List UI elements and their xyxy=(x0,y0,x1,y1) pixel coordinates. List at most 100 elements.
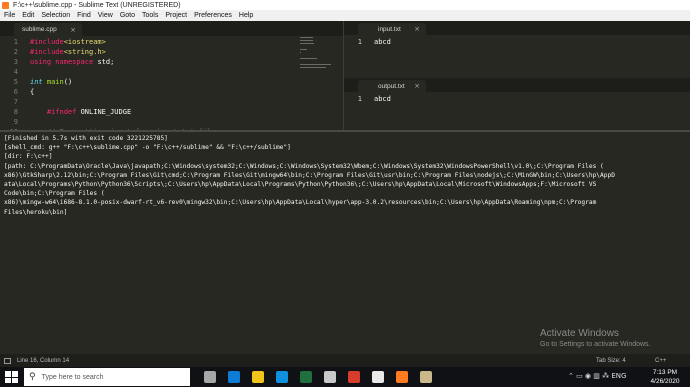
output-pane: output.txt × 1 abcd xyxy=(344,78,690,130)
menu-project[interactable]: Project xyxy=(165,12,187,19)
tab-input-txt[interactable]: input.txt × xyxy=(358,23,426,35)
code-line: 3 using namespace std; xyxy=(0,57,344,67)
pinned-app-icon[interactable] xyxy=(228,371,240,383)
start-button[interactable] xyxy=(4,370,18,384)
tab-label: sublime.cpp xyxy=(22,26,57,33)
code-token: ONLINE_JUDGE xyxy=(76,108,132,116)
code-editor[interactable]: 1 #include<iostream> 2 #include<string.h> 3 u… xyxy=(0,36,344,130)
build-output-line: [path: C:\ProgramData\Oracle\Java\javapa… xyxy=(4,162,604,170)
build-output-panel[interactable]: [Finished in 5.7s with exit code 3221225… xyxy=(0,130,690,354)
menu-selection[interactable]: Selection xyxy=(41,12,70,19)
search-placeholder: Type here to search xyxy=(41,373,104,381)
windows-logo-pane xyxy=(5,377,11,383)
code-line: 6{ xyxy=(0,87,344,97)
code-line: 4 xyxy=(0,67,344,77)
build-output-line: x86)\GtkSharp\2.12\bin;C:\Program Files\… xyxy=(4,171,615,179)
minimap-line xyxy=(300,64,331,65)
tab-size-selector[interactable]: Tab Size: 4 xyxy=(596,358,626,364)
pinned-app-icon[interactable] xyxy=(276,371,288,383)
line-number: 9 xyxy=(13,118,18,126)
windows-logo-pane xyxy=(12,371,18,377)
line-number: 7 xyxy=(13,98,18,106)
minimap[interactable] xyxy=(300,37,336,77)
pinned-app-icon[interactable] xyxy=(372,371,384,383)
tab-label: input.txt xyxy=(378,25,401,33)
line-number: 6 xyxy=(13,88,18,96)
code-text: #include<iostream> xyxy=(30,37,106,47)
watermark-subtitle: Go to Settings to activate Windows. xyxy=(540,341,651,348)
code-token: #ifndef xyxy=(46,108,77,116)
close-icon[interactable]: × xyxy=(70,26,76,34)
minimap-line xyxy=(300,58,317,59)
line-number: 8 xyxy=(13,108,18,116)
code-text: #ifndef ONLINE_JUDGE xyxy=(30,107,131,117)
editor-tab-bar: sublime.cpp × xyxy=(0,21,344,36)
input-text: abcd xyxy=(374,38,391,46)
pinned-app-icon[interactable] xyxy=(324,371,336,383)
taskbar-clock[interactable]: 7:13 PM 4/26/2020 xyxy=(645,368,685,386)
pinned-app-icon[interactable] xyxy=(204,371,216,383)
tab-output-txt[interactable]: output.txt × xyxy=(358,80,426,92)
pinned-app-icon[interactable] xyxy=(420,371,432,383)
code-line: 1 #include<iostream> xyxy=(0,37,344,47)
close-icon[interactable]: × xyxy=(414,82,420,90)
menu-find[interactable]: Find xyxy=(77,12,91,19)
line-number: 1 xyxy=(357,95,362,103)
code-token: #include xyxy=(30,38,64,46)
clock-date: 4/26/2020 xyxy=(650,378,680,385)
menu-help[interactable]: Help xyxy=(239,12,253,19)
minimap-line xyxy=(300,40,313,41)
line-number: 4 xyxy=(13,68,18,76)
line-number: 1 xyxy=(357,38,362,46)
menu-file[interactable]: File xyxy=(4,12,15,19)
taskbar-search-box[interactable]: ⚲ Type here to search xyxy=(24,368,190,386)
window-title: F:\c++\sublime.cpp - Sublime Text (UNREG… xyxy=(13,1,181,9)
code-text: using namespace std; xyxy=(30,57,114,67)
tab-sublime-cpp[interactable]: sublime.cpp × xyxy=(14,23,82,36)
code-line: 5 int main() xyxy=(0,77,344,87)
editor-pane: sublime.cpp × 1 #include<iostream> 2 #inclu… xyxy=(0,21,344,130)
input-tab-bar: input.txt × xyxy=(344,21,690,35)
code-token: namespace xyxy=(55,58,94,66)
code-token: () xyxy=(63,78,73,86)
code-token: { xyxy=(30,88,35,96)
code-token: using xyxy=(30,58,52,66)
tab-label: output.txt xyxy=(378,82,405,90)
build-output-line: [shell_cmd: g++ "F:\c++\sublime.cpp" -o … xyxy=(4,144,291,152)
minimap-line xyxy=(300,49,307,50)
output-tab-bar: output.txt × xyxy=(344,78,690,92)
watermark-title: Activate Windows xyxy=(540,328,619,339)
input-pane: input.txt × 1 abcd xyxy=(344,21,690,78)
cursor-position: Line 16, Column 14 xyxy=(17,357,70,364)
search-icon: ⚲ xyxy=(29,372,36,382)
build-output-line: [Finished in 5.7s with exit code 3221225… xyxy=(4,135,168,142)
pinned-app-icon[interactable] xyxy=(252,371,264,383)
line-number: 2 xyxy=(13,48,18,56)
system-tray[interactable]: ⌃ ▭ ◉ ▥ ⁂ ENG xyxy=(568,372,626,380)
code-text: int main() xyxy=(30,77,72,87)
build-output-line: Code\bin;C:\Program Files ( xyxy=(4,190,105,198)
menu-goto[interactable]: Goto xyxy=(120,12,135,19)
pinned-app-icon[interactable] xyxy=(396,371,408,383)
close-icon[interactable]: × xyxy=(414,25,420,33)
sublime-app-icon xyxy=(2,1,9,9)
build-output-line: [dir: F:\c++] xyxy=(4,153,53,161)
windows-logo-pane xyxy=(12,377,18,383)
code-token: <string.h> xyxy=(63,48,106,56)
pinned-app-icon[interactable] xyxy=(348,371,360,383)
minimap-line xyxy=(300,67,326,68)
code-text: { xyxy=(30,87,34,97)
code-token: int xyxy=(30,78,43,86)
code-line: 2 #include<string.h> xyxy=(0,47,344,57)
menu-view[interactable]: View xyxy=(98,12,113,19)
menu-preferences[interactable]: Preferences xyxy=(194,12,232,19)
code-token: #include xyxy=(30,48,64,56)
windows-taskbar: ⚲ Type here to search ⌃ ▭ ◉ ▥ ⁂ ENG 7:13… xyxy=(0,367,690,387)
menu-edit[interactable]: Edit xyxy=(22,12,34,19)
code-line: 7 xyxy=(0,97,344,107)
pinned-app-icon[interactable] xyxy=(300,371,312,383)
syntax-selector[interactable]: C++ xyxy=(655,358,666,364)
menu-tools[interactable]: Tools xyxy=(142,12,158,19)
panel-toggle-icon[interactable] xyxy=(4,357,11,364)
